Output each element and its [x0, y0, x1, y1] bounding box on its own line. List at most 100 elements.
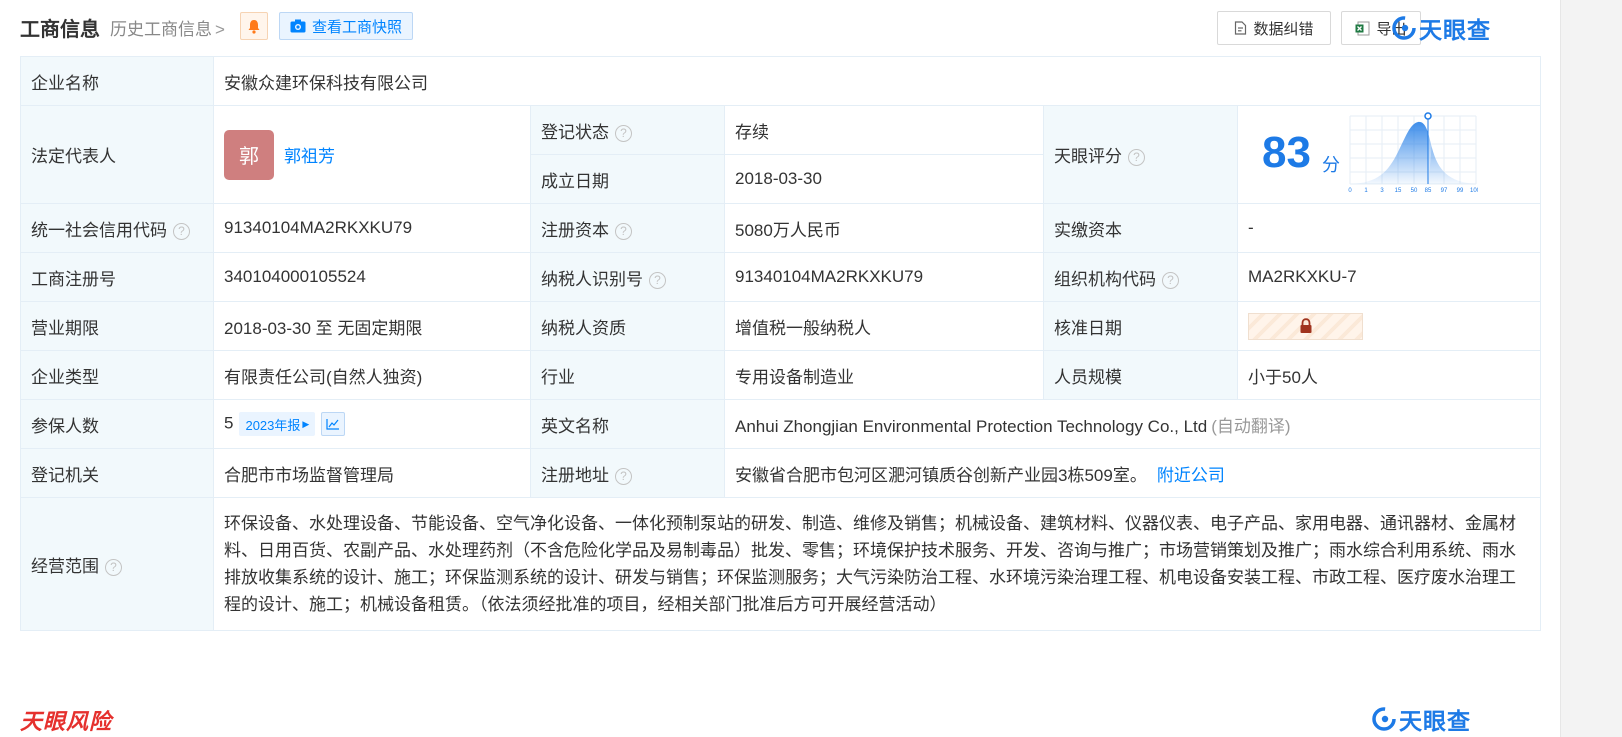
help-icon[interactable]: ? — [105, 558, 122, 576]
table-row: 营业期限 2018-03-30 至 无固定期限 纳税人资质 增值税一般纳税人 核… — [20, 301, 1541, 351]
score-tick: 1 — [1364, 188, 1368, 194]
found-date-value: 2018-03-30 — [724, 154, 1044, 204]
approval-date-cell — [1237, 301, 1541, 351]
business-term-label: 营业期限 — [20, 301, 214, 351]
table-row: 法定代表人 郭郭祖芳 登记状态? 存续 天眼评分? 83 分 0 1 3 15 50 85… — [20, 105, 1541, 204]
industry-label: 行业 — [530, 350, 725, 400]
help-icon[interactable]: ? — [1128, 149, 1145, 166]
table-row: 企业名称 安徽众建环保科技有限公司 — [20, 56, 1541, 106]
brand-text: 天眼查 — [1399, 708, 1471, 734]
score-tick: 97 — [1441, 188, 1448, 194]
taxpayer-id-value: 91340104MA2RKXKU79 — [724, 252, 1044, 302]
help-icon[interactable]: ? — [1162, 271, 1179, 289]
found-date-label: 成立日期 — [530, 154, 725, 204]
table-row: 经营范围? 环保设备、水处理设备、节能设备、空气净化设备、一体化预制泵站的研发、… — [20, 497, 1541, 631]
org-code-label: 组织机构代码 — [1054, 269, 1156, 289]
reg-address-label-cell: 注册地址? — [530, 448, 725, 498]
history-link-label: 历史工商信息 — [110, 20, 212, 39]
data-correction-button[interactable]: 数据纠错 — [1217, 11, 1331, 45]
taxpayer-id-label: 纳税人识别号 — [541, 269, 643, 289]
reg-status-label-cell: 登记状态? — [530, 105, 725, 155]
page-scrollbar[interactable] — [1560, 0, 1622, 737]
paid-capital-value: - — [1237, 203, 1541, 253]
tianyan-score-unit: 分 — [1322, 155, 1340, 175]
camera-icon — [290, 19, 306, 33]
legal-rep-label: 法定代表人 — [20, 105, 214, 204]
paid-capital-label: 实缴资本 — [1043, 203, 1238, 253]
legal-rep-cell: 郭郭祖芳 — [213, 105, 531, 204]
insured-count: 5 — [224, 413, 234, 433]
table-row: 工商注册号 340104000105524 纳税人识别号? 91340104MA… — [20, 252, 1541, 302]
english-name-cell: Anhui Zhongjian Environmental Protection… — [724, 399, 1541, 449]
scope-label-cell: 经营范围? — [20, 497, 214, 631]
insured-cell: 5 2023年报 ▶ — [213, 399, 531, 449]
help-icon[interactable]: ? — [173, 222, 190, 240]
reg-capital-label: 注册资本 — [541, 220, 609, 240]
scope-label: 经营范围 — [31, 556, 99, 576]
reg-status-label: 登记状态 — [541, 122, 609, 142]
score-tick: 50 — [1411, 188, 1418, 194]
tianyan-score-value: 83 — [1262, 128, 1311, 177]
snapshot-button-label: 查看工商快照 — [312, 18, 403, 36]
reg-address-cell: 安徽省合肥市包河区淝河镇质谷创新产业园3栋509室。 附近公司 — [724, 448, 1541, 498]
avatar[interactable]: 郭 — [224, 129, 274, 180]
section-header: 工商信息 历史工商信息 > 查看工商快照 数据纠错 导出 天眼查 — [20, 0, 1540, 52]
tianyancha-logo: 天眼查 — [1392, 11, 1491, 45]
reg-status-value: 存续 — [724, 105, 1044, 155]
help-icon[interactable]: ? — [649, 271, 666, 289]
tianyan-score-label: 天眼评分 — [1054, 147, 1122, 166]
english-name-value: Anhui Zhongjian Environmental Protection… — [735, 416, 1208, 436]
chevron-right-icon: > — [215, 20, 225, 39]
reg-address-label: 注册地址 — [541, 465, 609, 485]
tianyancha-logo-footer: 天眼查 — [1372, 702, 1471, 736]
credit-code-value: 91340104MA2RKXKU79 — [213, 203, 531, 253]
score-tick: 85 — [1425, 188, 1432, 194]
help-icon[interactable]: ? — [615, 124, 632, 142]
score-tick: 100 — [1470, 188, 1478, 194]
business-info-table: 企业名称 安徽众建环保科技有限公司 法定代表人 郭郭祖芳 登记状态? 存续 天眼… — [20, 56, 1541, 631]
trend-icon — [326, 419, 340, 430]
company-type-value: 有限责任公司(自然人独资) — [213, 350, 531, 400]
company-name-label: 企业名称 — [20, 56, 214, 106]
credit-code-label-cell: 统一社会信用代码? — [20, 203, 214, 253]
table-row: 统一社会信用代码? 91340104MA2RKXKU79 注册资本? 5080万… — [20, 203, 1541, 253]
trend-chart-button[interactable] — [321, 412, 346, 436]
annual-report-label: 2023年报 — [245, 417, 301, 433]
help-icon[interactable]: ? — [615, 467, 632, 485]
taxpayer-qual-value: 增值税一般纳税人 — [724, 301, 1044, 351]
monitor-bell-button[interactable] — [240, 12, 268, 40]
approval-date-label: 核准日期 — [1043, 301, 1238, 351]
snapshot-button[interactable]: 查看工商快照 — [279, 12, 413, 40]
help-icon[interactable]: ? — [615, 222, 632, 240]
history-link[interactable]: 历史工商信息 > — [110, 15, 225, 40]
eye-logo-icon — [1372, 707, 1396, 731]
business-scope-value: 环保设备、水处理设备、节能设备、空气净化设备、一体化预制泵站的研发、制造、维修及… — [213, 497, 1541, 631]
insured-label: 参保人数 — [20, 399, 214, 449]
bell-icon — [248, 19, 260, 34]
data-correction-label: 数据纠错 — [1253, 20, 1314, 38]
score-distribution-chart: 0 1 3 15 50 85 97 99 100 — [1348, 112, 1478, 194]
locked-content-button[interactable] — [1248, 312, 1363, 340]
nearby-companies-link[interactable]: 附近公司 — [1157, 466, 1225, 485]
reg-number-label: 工商注册号 — [20, 252, 214, 302]
score-tick: 0 — [1348, 188, 1352, 194]
business-term-value: 2018-03-30 至 无固定期限 — [213, 301, 531, 351]
annual-report-tag[interactable]: 2023年报 ▶ — [239, 412, 316, 436]
tianyan-score-cell[interactable]: 83 分 0 1 3 15 50 85 97 99 100 — [1237, 105, 1541, 204]
eye-logo-icon — [1392, 16, 1416, 40]
score-tick: 3 — [1380, 188, 1384, 194]
table-row: 企业类型 有限责任公司(自然人独资) 行业 专用设备制造业 人员规模 小于50人 — [20, 350, 1541, 400]
section-title: 工商信息 — [20, 19, 100, 41]
reg-capital-value: 5080万人民币 — [724, 203, 1044, 253]
score-tick: 15 — [1395, 188, 1402, 194]
excel-icon — [1355, 21, 1370, 35]
score-tick: 99 — [1457, 188, 1464, 194]
reg-authority-label: 登记机关 — [20, 448, 214, 498]
legal-rep-link[interactable]: 郭祖芳 — [284, 147, 335, 166]
org-code-value: MA2RKXKU-7 — [1237, 252, 1541, 302]
tianyan-score-label-cell: 天眼评分? — [1043, 105, 1238, 204]
staff-size-value: 小于50人 — [1237, 350, 1541, 400]
auto-translate-note: (自动翻译) — [1211, 416, 1291, 436]
taxpayer-qual-label: 纳税人资质 — [530, 301, 725, 351]
reg-authority-value: 合肥市市场监督管理局 — [213, 448, 531, 498]
